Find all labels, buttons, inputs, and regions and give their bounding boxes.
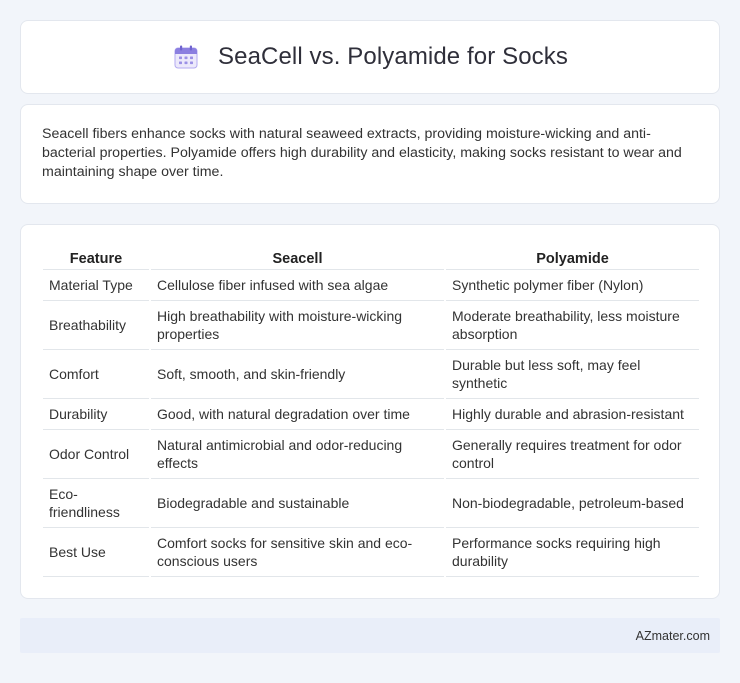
table-row: Breathability High breathability with mo… xyxy=(43,300,699,350)
feature-cell: Best Use xyxy=(43,527,150,577)
feature-cell: Eco-friendliness xyxy=(43,478,150,528)
intro-text: Seacell fibers enhance socks with natura… xyxy=(42,126,682,180)
feature-cell: Material Type xyxy=(43,269,150,301)
polyamide-cell: Non-biodegradable, petroleum-based xyxy=(444,478,699,528)
header-card: SeaCell vs. Polyamide for Socks xyxy=(20,20,720,94)
table-row: Material Type Cellulose fiber infused wi… xyxy=(43,269,699,301)
seacell-cell: Soft, smooth, and skin-friendly xyxy=(149,349,445,399)
footer: AZmater.com xyxy=(20,618,720,653)
polyamide-cell: Highly durable and abrasion-resistant xyxy=(444,398,699,430)
table-row: Eco-friendliness Biodegradable and susta… xyxy=(43,478,699,528)
seacell-cell: Biodegradable and sustainable xyxy=(149,478,445,528)
footer-credit: AZmater.com xyxy=(635,628,710,643)
seacell-cell: Cellulose fiber infused with sea algae xyxy=(149,269,445,301)
seacell-cell: High breathability with moisture-wicking… xyxy=(149,300,445,350)
table-row: Best Use Comfort socks for sensitive ski… xyxy=(43,527,699,577)
intro-card: Seacell fibers enhance socks with natura… xyxy=(20,104,720,204)
polyamide-cell: Generally requires treatment for odor co… xyxy=(444,429,699,479)
feature-cell: Comfort xyxy=(43,349,150,399)
feature-cell: Odor Control xyxy=(43,429,150,479)
table-row: Odor Control Natural antimicrobial and o… xyxy=(43,429,699,479)
polyamide-cell: Synthetic polymer fiber (Nylon) xyxy=(444,269,699,301)
page-title: SeaCell vs. Polyamide for Socks xyxy=(218,43,568,70)
polyamide-cell: Durable but less soft, may feel syntheti… xyxy=(444,349,699,399)
table-header-row: Feature Seacell Polyamide xyxy=(43,245,699,270)
polyamide-cell: Moderate breathability, less moisture ab… xyxy=(444,300,699,350)
feature-cell: Breathability xyxy=(43,300,150,350)
header-feature: Feature xyxy=(43,245,150,270)
header-seacell: Seacell xyxy=(149,245,445,270)
feature-cell: Durability xyxy=(43,398,150,430)
seacell-cell: Comfort socks for sensitive skin and eco… xyxy=(149,527,445,577)
comparison-card: Feature Seacell Polyamide Material Type … xyxy=(20,224,720,599)
title-wrap: SeaCell vs. Polyamide for Socks xyxy=(172,43,568,71)
table-row: Comfort Soft, smooth, and skin-friendly … xyxy=(43,349,699,399)
seacell-cell: Good, with natural degradation over time xyxy=(149,398,445,430)
calendar-icon xyxy=(174,45,198,69)
header-polyamide: Polyamide xyxy=(444,245,699,270)
table-row: Durability Good, with natural degradatio… xyxy=(43,398,699,430)
seacell-cell: Natural antimicrobial and odor-reducing … xyxy=(149,429,445,479)
comparison-table: Feature Seacell Polyamide Material Type … xyxy=(43,245,699,577)
polyamide-cell: Performance socks requiring high durabil… xyxy=(444,527,699,577)
